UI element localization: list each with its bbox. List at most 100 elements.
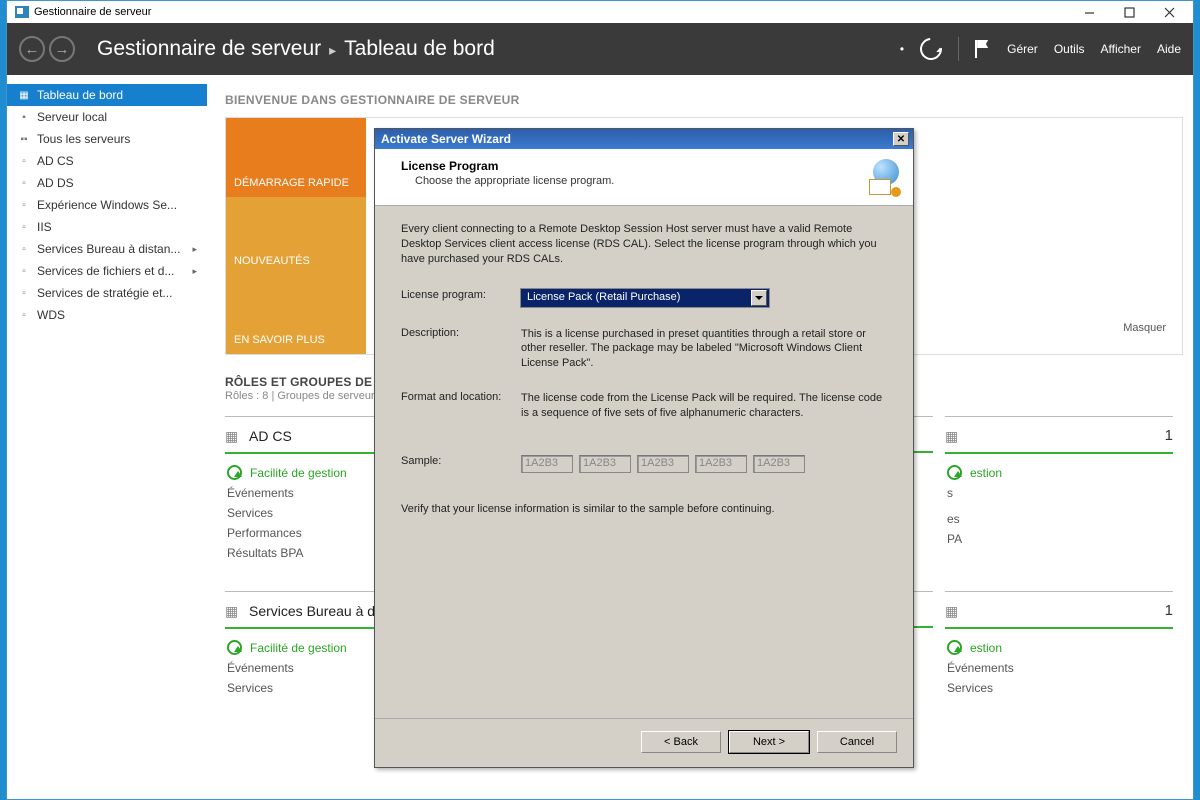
label-license-program: License program: (401, 289, 521, 307)
role-icon: ▫ (17, 155, 31, 167)
hide-link[interactable]: Masquer (1123, 322, 1166, 334)
wizard-icon (861, 159, 901, 195)
license-program-select[interactable]: License Pack (Retail Purchase) (521, 289, 769, 307)
sidebar-item[interactable]: ▫ IIS (7, 216, 207, 238)
whats-new-seg[interactable]: NOUVEAUTÉS (226, 197, 366, 276)
role-icon: ▦ (225, 428, 243, 444)
wizard-header-title: License Program (401, 159, 861, 173)
minimize-button[interactable] (1069, 2, 1109, 22)
chevron-right-icon: ▸ (192, 244, 197, 255)
learn-more-seg[interactable]: EN SAVOIR PLUS (226, 275, 366, 354)
role-icon: ▦ (225, 603, 243, 619)
tile-title: AD CS (249, 428, 292, 444)
tile-count: 1 (1165, 427, 1173, 444)
sidebar-item-label: Expérience Windows Se... (37, 198, 177, 212)
role-icon: ▫ (17, 287, 31, 299)
sidebar-item-label: AD CS (37, 154, 74, 168)
status-ok-icon (947, 465, 962, 480)
wizard-titlebar: Activate Server Wizard ✕ (375, 129, 913, 149)
role-icon: ▫ (17, 221, 31, 233)
quick-start-seg[interactable]: DÉMARRAGE RAPIDE (226, 118, 366, 197)
tile-row[interactable]: Services (945, 678, 1173, 698)
tile-row[interactable]: es (945, 509, 1173, 529)
maximize-button[interactable] (1109, 2, 1149, 22)
menu-help[interactable]: Aide (1157, 42, 1181, 56)
sidebar-item-label: Tableau de bord (37, 88, 123, 102)
role-icon: ▫ (17, 199, 31, 211)
sidebar-item[interactable]: ▫ AD CS (7, 150, 207, 172)
sidebar-item-label: Services de stratégie et... (37, 286, 172, 300)
servers-icon: ▪▪ (17, 133, 31, 145)
titlebar: Gestionnaire de serveur (7, 1, 1193, 23)
sample-field: 1A2B3 (521, 455, 573, 473)
app-icon (15, 6, 29, 18)
verify-text: Verify that your license information is … (401, 503, 887, 515)
sidebar-item[interactable]: ▪▪ Tous les serveurs (7, 128, 207, 150)
nav-back-button[interactable]: ← (19, 36, 45, 62)
next-button[interactable]: Next > (729, 731, 809, 753)
description-value: This is a license purchased in preset qu… (521, 327, 887, 372)
status-ok-icon (227, 465, 242, 480)
sidebar-item[interactable]: ▦Tableau de bord (7, 84, 207, 106)
tile-row[interactable]: estion (945, 462, 1173, 483)
sidebar-item-label: Serveur local (37, 110, 107, 124)
chevron-down-icon (751, 290, 767, 306)
sample-field: 1A2B3 (753, 455, 805, 473)
breadcrumb: Gestionnaire de serveur▸Tableau de bord (97, 37, 495, 61)
cancel-button[interactable]: Cancel (817, 731, 897, 753)
sample-field: 1A2B3 (579, 455, 631, 473)
sidebar-item-label: Services de fichiers et d... (37, 264, 174, 278)
wizard-intro: Every client connecting to a Remote Desk… (401, 222, 887, 267)
server-icon: ▪ (17, 111, 31, 123)
role-tile: ▦ 1 estions esPA (945, 416, 1173, 563)
welcome-heading: BIENVENUE DANS GESTIONNAIRE DE SERVEUR (225, 93, 1183, 107)
notifications-icon[interactable] (975, 40, 991, 58)
wizard-close-button[interactable]: ✕ (893, 132, 909, 146)
menu-tools[interactable]: Outils (1054, 42, 1085, 56)
status-ok-icon (947, 640, 962, 655)
sidebar-item[interactable]: ▫ Services Bureau à distan... ▸ (7, 238, 207, 260)
chevron-right-icon: ▸ (192, 266, 197, 277)
status-ok-icon (227, 640, 242, 655)
activate-server-wizard: Activate Server Wizard ✕ License Program… (374, 128, 914, 768)
sidebar-item[interactable]: ▫ Services de stratégie et... (7, 282, 207, 304)
role-icon: ▦ (945, 428, 963, 444)
sidebar-item[interactable]: ▪ Serveur local (7, 106, 207, 128)
close-button[interactable] (1149, 2, 1189, 22)
tile-row[interactable]: PA (945, 529, 1173, 549)
role-tile: ▦ 1 estionÉvénementsServices (945, 591, 1173, 698)
role-icon: ▫ (17, 243, 31, 255)
nav-forward-button[interactable]: → (49, 36, 75, 62)
tile-row[interactable]: s (945, 483, 1173, 503)
sidebar-item[interactable]: ▫ Expérience Windows Se... (7, 194, 207, 216)
sidebar: ▦Tableau de bord ▪ Serveur local ▪▪ Tous les… (7, 75, 207, 799)
sidebar-item-label: AD DS (37, 176, 74, 190)
role-icon: ▦ (945, 603, 963, 619)
sidebar-item[interactable]: ▫ WDS (7, 304, 207, 326)
wizard-header-subtitle: Choose the appropriate license program. (415, 175, 861, 187)
window-title: Gestionnaire de serveur (34, 6, 151, 18)
role-icon: ▫ (17, 177, 31, 189)
refresh-icon[interactable] (916, 34, 947, 65)
role-icon: ▫ (17, 265, 31, 277)
label-sample: Sample: (401, 455, 521, 473)
label-description: Description: (401, 327, 521, 372)
sidebar-item-label: WDS (37, 308, 65, 322)
tile-row[interactable]: estion (945, 637, 1173, 658)
sidebar-item-label: IIS (37, 220, 52, 234)
role-icon: ▫ (17, 309, 31, 321)
sample-field: 1A2B3 (637, 455, 689, 473)
sidebar-item-label: Services Bureau à distan... (37, 242, 180, 256)
menu-view[interactable]: Afficher (1101, 42, 1141, 56)
tile-count: 1 (1165, 602, 1173, 619)
sidebar-item[interactable]: ▫ Services de fichiers et d... ▸ (7, 260, 207, 282)
menu-manage[interactable]: Gérer (1007, 42, 1038, 56)
label-format: Format and location: (401, 391, 521, 421)
sidebar-item[interactable]: ▫ AD DS (7, 172, 207, 194)
tile-row[interactable]: Événements (945, 658, 1173, 678)
sidebar-item-label: Tous les serveurs (37, 132, 130, 146)
toolbar: ← → Gestionnaire de serveur▸Tableau de b… (7, 23, 1193, 75)
sample-field: 1A2B3 (695, 455, 747, 473)
format-value: The license code from the License Pack w… (521, 391, 887, 421)
back-button[interactable]: < Back (641, 731, 721, 753)
